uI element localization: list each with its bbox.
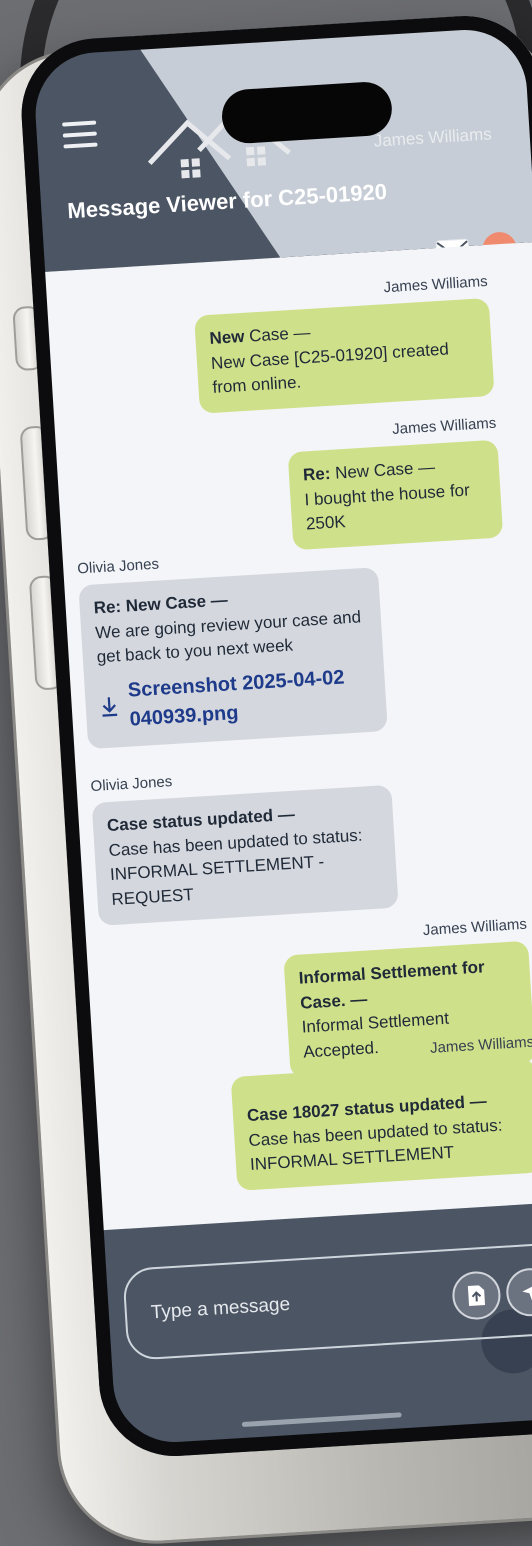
attachment-filename: Screenshot 2025-04-02 040939.png: [127, 666, 345, 731]
download-icon: [102, 697, 118, 717]
message-bubble: Re: New Case — We are going review your …: [78, 567, 388, 750]
message-item: Olivia Jones Case status updated — Case …: [90, 760, 399, 926]
message-sender: James Williams: [391, 414, 497, 439]
message-body: I bought the house for 250K: [303, 480, 471, 534]
message-item: James Williams Case 18027 status updated…: [229, 1034, 532, 1191]
phone-screen: James Williams Message Viewer for C25-01…: [17, 11, 532, 1461]
home-indicator: [241, 1412, 402, 1428]
message-item: James Williams New Case — New Case [C25-…: [193, 273, 495, 414]
message-list: James Williams New Case — New Case [C25-…: [31, 241, 532, 1241]
message-subject-rest: Case —: [243, 322, 312, 346]
message-subject: Informal Settlement for Case. —: [298, 957, 486, 1013]
message-body: Case has been updated to status: INFORMA…: [247, 1115, 503, 1175]
upload-file-icon: [467, 1285, 486, 1306]
message-body: New Case [C25-01920] created from online…: [210, 339, 450, 398]
message-body: Case has been updated to status: INFORMA…: [108, 825, 363, 909]
attachment-link[interactable]: Screenshot 2025-04-02 040939.png: [98, 662, 373, 736]
message-composer: [89, 1199, 532, 1461]
message-subject-rest: New Case —: [329, 457, 436, 483]
send-icon: [522, 1283, 532, 1301]
message-subject: Re: New Case —: [93, 590, 229, 618]
message-item: James Williams Re: New Case — I bought t…: [286, 414, 504, 551]
message-item: Olivia Jones Re: New Case — We are going…: [77, 542, 388, 750]
message-bubble: Case 18027 status updated — Case has bee…: [230, 1058, 532, 1191]
message-bubble: New Case — New Case [C25-01920] created …: [194, 297, 495, 414]
message-subject: New: [208, 326, 246, 348]
dynamic-island: [220, 80, 394, 145]
message-body: We are going review your case and get ba…: [94, 606, 362, 667]
message-bubble: Case status updated — Case has been upda…: [91, 784, 399, 926]
menu-icon[interactable]: [62, 120, 98, 156]
message-bubble: Re: New Case — I bought the house for 25…: [287, 439, 504, 551]
message-subject: Re:: [302, 463, 331, 485]
